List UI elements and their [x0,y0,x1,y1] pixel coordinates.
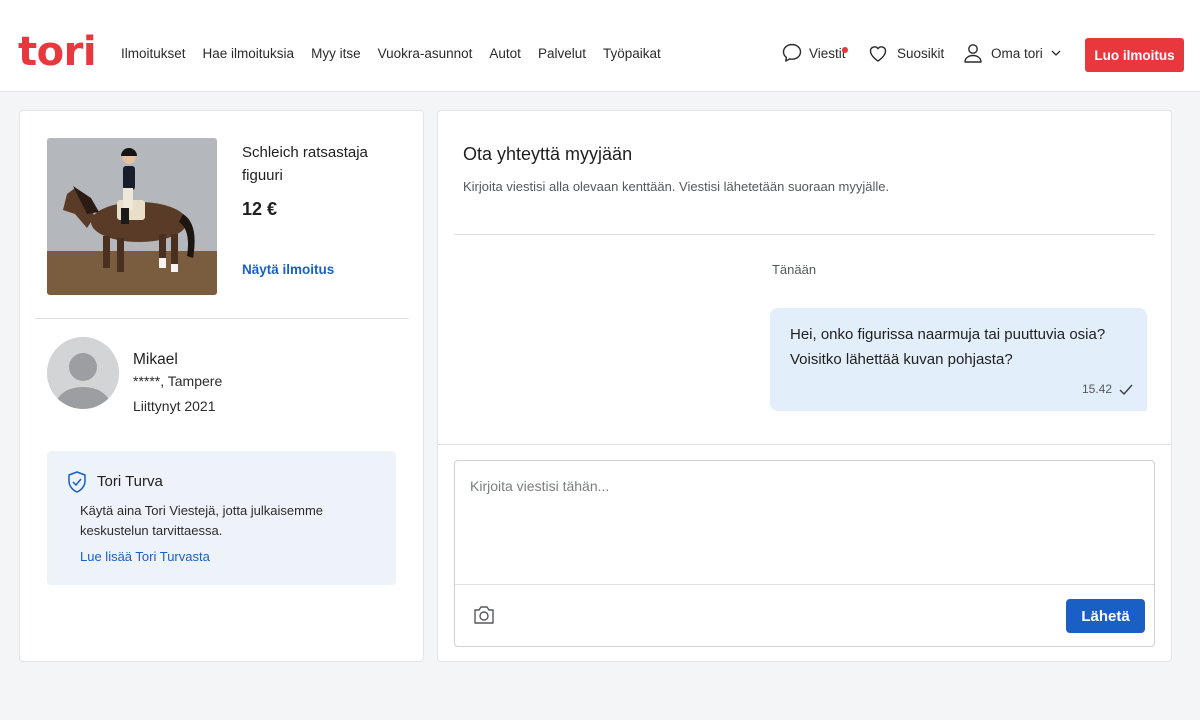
chevron-down-icon [1051,49,1061,57]
check-icon [1119,383,1133,401]
divider [438,444,1171,445]
nav-item-hae-ilmoituksia[interactable]: Hae ilmoituksia [203,46,295,61]
account-menu[interactable]: Oma tori [963,42,1061,64]
safety-title: Tori Turva [97,473,163,490]
seller-joined: Liittynyt 2021 [133,398,216,414]
safety-read-more-link[interactable]: Lue lisää Tori Turvasta [80,549,210,564]
account-label: Oma tori [991,45,1043,61]
message-input[interactable] [455,461,1154,585]
nav-item-vuokra-asunnot[interactable]: Vuokra-asunnot [378,46,473,61]
listing-sidebar: Schleich ratsastaja figuuri 12 € Näytä i… [19,110,424,662]
nav-item-autot[interactable]: Autot [489,46,521,61]
nav-item-myy-itse[interactable]: Myy itse [311,46,361,61]
contact-title: Ota yhteyttä myyjään [463,144,633,164]
nav-item-palvelut[interactable]: Palvelut [538,46,586,61]
nav-item-tyopaikat[interactable]: Työpaikat [603,46,661,61]
message-time: 15.42 [1081,382,1112,396]
listing-price: 12 € [242,199,278,219]
contact-subtitle: Kirjoita viestisi alla olevaan kenttään.… [463,179,890,194]
message-composer: Lähetä [454,460,1155,647]
message-text: Hei, onko figurissa naarmuja tai puuttuv… [790,326,1106,368]
show-listing-link[interactable]: Näytä ilmoitus [242,262,334,277]
divider [35,318,409,319]
listing-title: Schleich ratsastaja figuuri [242,144,368,184]
send-button[interactable]: Lähetä [1066,599,1145,633]
divider [454,234,1155,235]
safety-info-box: Tori Turva Käytä aina Tori Viestejä, jot… [47,451,396,585]
product-image[interactable] [47,138,217,295]
main-nav: Ilmoitukset Hae ilmoituksia Myy itse Vuo… [121,46,678,61]
camera-icon [472,606,496,628]
sent-message-bubble: Hei, onko figurissa naarmuja tai puuttuv… [770,308,1147,411]
user-icon [963,42,983,64]
attach-photo-button[interactable] [471,605,497,627]
favorites-label: Suosikit [897,45,945,61]
shield-check-icon [66,470,88,499]
unread-dot [842,47,848,53]
seller-name[interactable]: Mikael [133,351,178,369]
safety-text: Käytä aina Tori Viestejä, jotta julkaise… [80,503,324,538]
create-listing-button[interactable]: Luo ilmoitus [1085,38,1184,72]
seller-avatar[interactable] [47,337,119,409]
chat-bubble-icon [781,42,803,64]
seller-location: *****, Tampere [133,373,223,389]
day-separator: Tänään [771,262,817,277]
messages-label: Viestit [809,45,846,61]
nav-item-ilmoitukset[interactable]: Ilmoitukset [121,46,186,61]
contact-panel: Ota yhteyttä myyjään Kirjoita viestisi a… [437,110,1172,662]
heart-icon [867,42,889,64]
favorites-link[interactable]: Suosikit [867,42,944,64]
messages-link[interactable]: Viestit [781,42,846,64]
top-header: tori Ilmoitukset Hae ilmoituksia Myy its… [0,0,1200,92]
tori-logo[interactable]: tori [18,30,97,74]
